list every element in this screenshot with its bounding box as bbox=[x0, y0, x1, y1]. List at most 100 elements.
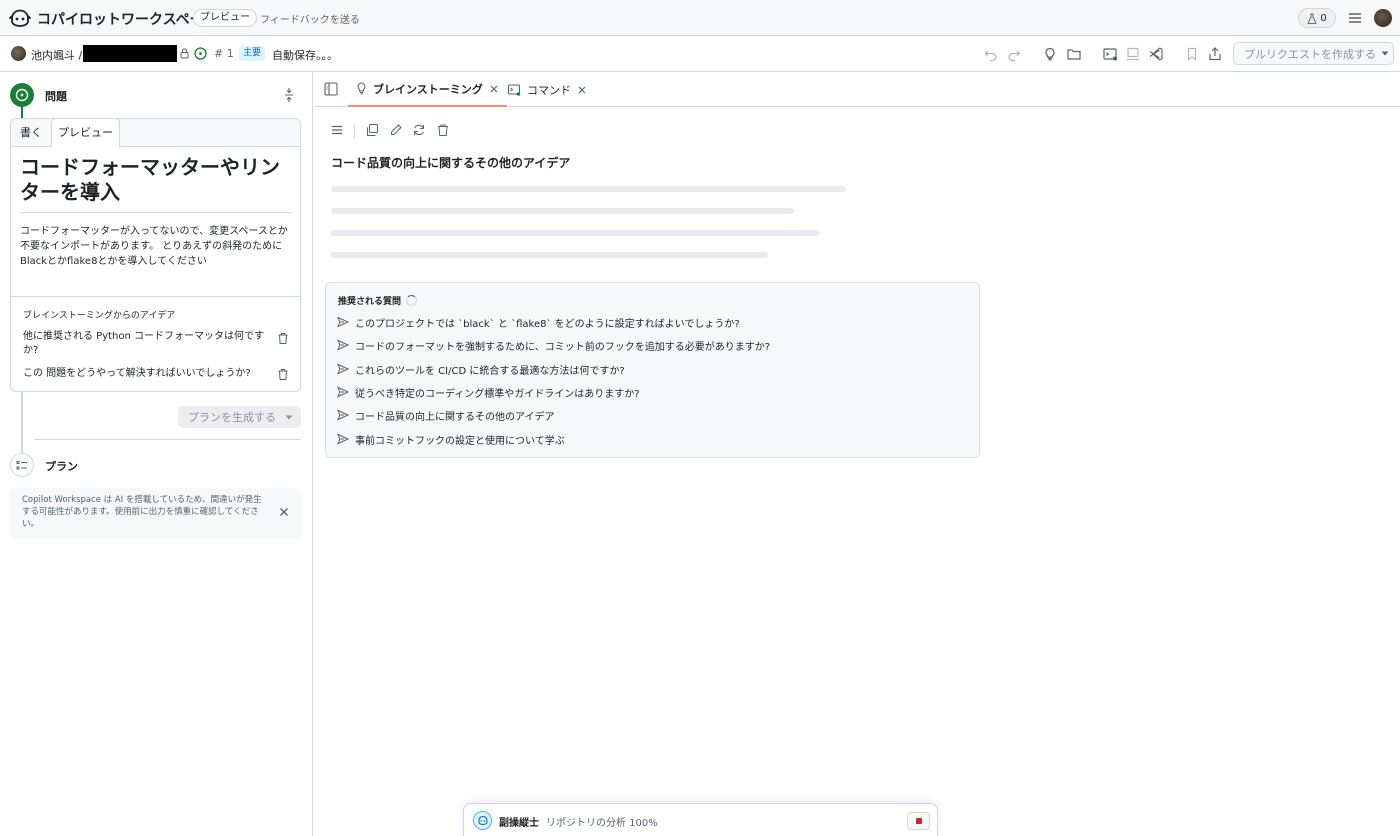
tab-brainstorming[interactable]: ブレインストーミング bbox=[348, 72, 507, 107]
send-icon bbox=[337, 363, 349, 375]
close-icon[interactable] bbox=[577, 85, 587, 95]
issue-body: コードフォーマッターが入ってないので、変更スペースとか不要なインポートがあります… bbox=[20, 226, 288, 267]
server-icon[interactable] bbox=[1125, 46, 1141, 62]
issue-panel: 問題 書く プレビュー コードフォーマッターやリンターを導入 コードフォーマッタ… bbox=[0, 72, 313, 836]
refresh-icon[interactable] bbox=[412, 123, 426, 137]
hamburger-icon[interactable] bbox=[330, 123, 344, 137]
branch-badge[interactable]: 主要 bbox=[239, 46, 266, 61]
generate-plan-button[interactable]: プランを生成する bbox=[178, 406, 301, 428]
loading-spinner-icon bbox=[406, 295, 418, 306]
sidebar-toggle-icon[interactable] bbox=[324, 82, 338, 96]
lightbulb-icon bbox=[356, 82, 367, 95]
feedback-link[interactable]: フィードバックを送る bbox=[260, 11, 360, 26]
question-item[interactable]: コード品質の向上に関するその他のアイデア bbox=[337, 407, 555, 423]
brainstorm-panel: ブレインストーミング コマンド コード品質の向上に関するその他のアイデア 推奨さ… bbox=[314, 72, 1400, 836]
owner-name[interactable]: 池内颯斗 / bbox=[31, 47, 82, 63]
question-item[interactable]: 事前コミットフックの設定と使用について学ぶ bbox=[337, 431, 565, 447]
chevron-down-icon[interactable] bbox=[1376, 42, 1393, 65]
preview-badge: プレビュー bbox=[193, 9, 257, 27]
beaker-icon bbox=[1307, 13, 1317, 24]
autosave-status: 自動保存。。。 bbox=[272, 49, 338, 62]
issue-open-icon bbox=[194, 47, 207, 60]
app-title[interactable]: コパイロットワークスペース bbox=[37, 9, 217, 29]
send-icon bbox=[337, 433, 349, 445]
send-icon bbox=[337, 409, 349, 421]
issue-number[interactable]: # 1 bbox=[214, 47, 234, 60]
repo-bar: 池内颯斗 / # 1 主要 自動保存。。。 プルリクエストを作成する bbox=[0, 36, 1400, 72]
tab-command[interactable]: コマンド bbox=[508, 72, 587, 107]
user-avatar[interactable] bbox=[1374, 9, 1392, 27]
question-text: これらのツールを CI/CD に統合する最適な方法は何ですか? bbox=[355, 365, 625, 377]
vscode-icon[interactable] bbox=[1148, 46, 1164, 62]
create-pr-label: プルリクエストを作成する bbox=[1244, 47, 1376, 61]
counter-value: 0 bbox=[1320, 12, 1327, 24]
panel-tabbar: ブレインストーミング コマンド bbox=[314, 72, 1400, 107]
terminal-icon bbox=[508, 84, 521, 96]
undo-icon[interactable] bbox=[983, 46, 999, 62]
tab-write[interactable]: 書く bbox=[12, 119, 50, 147]
copilot-icon bbox=[473, 811, 492, 830]
loading-skeleton-line bbox=[331, 186, 846, 192]
top-header: コパイロットワークスペース プレビュー フィードバックを送る 0 bbox=[0, 0, 1400, 36]
create-pull-request-button[interactable]: プルリクエストを作成する bbox=[1233, 42, 1394, 65]
editor-tabs: 書く プレビュー bbox=[11, 118, 300, 148]
tab-brainstorming-label: ブレインストーミング bbox=[373, 82, 483, 96]
hamburger-icon[interactable] bbox=[1347, 10, 1363, 26]
copilot-logo-icon[interactable] bbox=[8, 7, 32, 29]
ideas-heading: ブレインストーミングからのアイデア bbox=[23, 311, 176, 321]
trash-icon[interactable] bbox=[277, 368, 289, 381]
question-text: コード品質の向上に関するその他のアイデア bbox=[355, 411, 555, 423]
pencil-icon[interactable] bbox=[389, 123, 403, 137]
trash-icon[interactable] bbox=[277, 332, 289, 345]
loading-skeleton-line bbox=[331, 230, 820, 236]
idea-item[interactable]: この 問題をどうやって解決すればいいでしょうか? bbox=[23, 367, 273, 381]
plan-list-icon bbox=[10, 453, 34, 477]
idea-item[interactable]: 他に推奨される Python コードフォーマッタは何ですか? bbox=[23, 330, 273, 358]
close-icon[interactable] bbox=[279, 507, 289, 517]
question-item[interactable]: これらのツールを CI/CD に統合する最適な方法は何ですか? bbox=[337, 361, 625, 377]
question-text: このプロジェクトでは `black` と `flake8` をどのように設定すれ… bbox=[355, 318, 740, 330]
tab-preview[interactable]: プレビュー bbox=[51, 118, 120, 148]
question-item[interactable]: 従うべき特定のコーディング標準やガイドラインはありますか? bbox=[337, 384, 640, 400]
chevron-down-icon[interactable] bbox=[278, 415, 300, 420]
issue-heading: 問題 bbox=[45, 90, 67, 103]
generate-plan-label: プランを生成する bbox=[188, 411, 276, 424]
collapse-icon[interactable] bbox=[282, 87, 296, 103]
trash-icon[interactable] bbox=[436, 123, 450, 137]
bookmark-icon[interactable] bbox=[1184, 46, 1200, 62]
copilot-status-bar: 副操縦士 リポジトリの分析 100% bbox=[463, 803, 938, 836]
question-text: コードのフォーマットを強制するために、コミット前のフックを追加する必要があります… bbox=[355, 341, 771, 353]
folder-icon[interactable] bbox=[1066, 46, 1082, 62]
stop-button[interactable] bbox=[907, 812, 930, 830]
question-item[interactable]: このプロジェクトでは `black` と `flake8` をどのように設定すれ… bbox=[337, 314, 740, 330]
status-text: リポジトリの分析 100% bbox=[546, 818, 658, 829]
plan-heading: プラン bbox=[45, 460, 78, 473]
lightbulb-icon[interactable] bbox=[1042, 46, 1058, 62]
share-icon[interactable] bbox=[1207, 46, 1223, 62]
plan-divider bbox=[34, 439, 301, 440]
question-text: 従うべき特定のコーディング標準やガイドラインはありますか? bbox=[355, 388, 640, 400]
terminal-icon[interactable] bbox=[1102, 46, 1118, 62]
beaker-counter-button[interactable]: 0 bbox=[1298, 8, 1336, 28]
ai-disclaimer: Copilot Workspace は AI を搭載しているため、間違いが発生す… bbox=[10, 488, 301, 539]
send-icon bbox=[337, 316, 349, 328]
title-divider bbox=[20, 212, 292, 213]
loading-skeleton-line bbox=[331, 208, 794, 214]
issue-title: コードフォーマッターやリンターを導入 bbox=[20, 155, 280, 204]
redo-icon[interactable] bbox=[1006, 46, 1022, 62]
owner-avatar bbox=[11, 46, 26, 61]
copy-icon[interactable] bbox=[365, 123, 379, 137]
disclaimer-text: Copilot Workspace は AI を搭載しているため、間違いが発生す… bbox=[22, 495, 262, 529]
lock-icon bbox=[180, 48, 189, 59]
stop-icon bbox=[915, 818, 922, 824]
idea-title: コード品質の向上に関するその他のアイデア bbox=[331, 156, 571, 170]
step-connector-plan bbox=[21, 392, 23, 460]
issue-step-icon bbox=[10, 83, 34, 107]
send-icon bbox=[337, 386, 349, 398]
close-icon[interactable] bbox=[489, 84, 499, 94]
question-item[interactable]: コードのフォーマットを強制するために、コミット前のフックを追加する必要があります… bbox=[337, 337, 770, 353]
status-agent-name: 副操縦士 bbox=[499, 818, 539, 829]
question-text: 事前コミットフックの設定と使用について学ぶ bbox=[355, 435, 565, 447]
toolbar-divider bbox=[354, 124, 355, 138]
repo-name-redacted bbox=[83, 45, 177, 62]
